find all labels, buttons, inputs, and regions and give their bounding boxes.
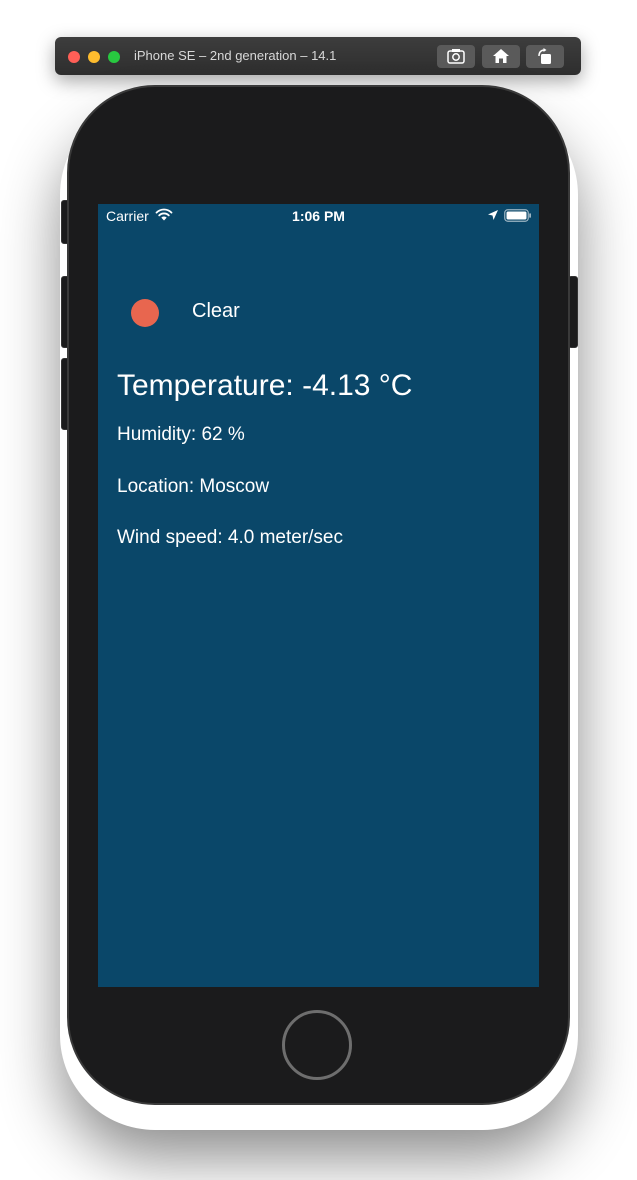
temperature-label: Temperature: -4.13 °C (117, 369, 413, 402)
battery-icon (504, 209, 531, 222)
home-toolbar-button[interactable] (482, 45, 520, 68)
close-window-button[interactable] (68, 51, 80, 63)
weather-condition-indicator (131, 299, 159, 327)
device-screen: Carrier 1:06 PM Clear Temperature: -4.13… (98, 204, 539, 987)
simulator-title: iPhone SE – 2nd generation – 14.1 (134, 48, 337, 63)
rotate-button[interactable] (526, 45, 564, 68)
humidity-label: Humidity: 62 % (117, 424, 245, 445)
location-arrow-icon (488, 210, 498, 220)
camera-icon (447, 49, 465, 64)
minimize-window-button[interactable] (88, 51, 100, 63)
status-time: 1:06 PM (292, 208, 345, 224)
simulator-title-bar: iPhone SE – 2nd generation – 14.1 (55, 37, 581, 75)
rotate-icon (538, 48, 551, 64)
home-icon (493, 49, 509, 63)
home-button[interactable] (282, 1010, 352, 1080)
status-bar: Carrier 1:06 PM (98, 204, 539, 228)
screenshot-button[interactable] (437, 45, 475, 68)
weather-condition-label: Clear (192, 300, 240, 322)
zoom-window-button[interactable] (108, 51, 120, 63)
simulator-window: iPhone SE – 2nd generation – 14.1 Carrie… (0, 0, 637, 1180)
wind-speed-label: Wind speed: 4.0 meter/sec (117, 527, 343, 548)
location-label: Location: Moscow (117, 476, 270, 497)
